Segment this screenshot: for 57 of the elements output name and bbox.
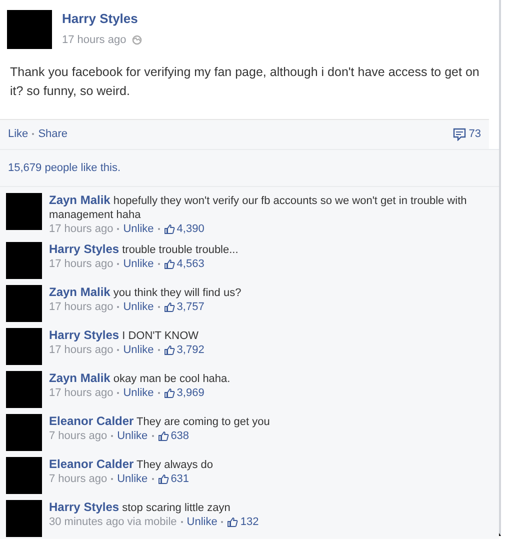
like-count[interactable]: 132 (240, 515, 259, 529)
thumbs-up-icon (164, 388, 175, 398)
commenter-name[interactable]: Harry Styles (49, 500, 120, 514)
avatar (6, 371, 42, 408)
avatar (7, 10, 52, 49)
like-count[interactable]: 3,792 (176, 343, 204, 357)
avatar (6, 242, 42, 279)
commenter-name[interactable]: Zayn Malik (49, 285, 110, 299)
comment-text: Harry Styles I DON'T KNOW (49, 328, 200, 343)
unlike-link[interactable]: Unlike (123, 343, 154, 357)
comment-text: Eleanor Calder They are coming to get you (49, 414, 270, 429)
thumbs-up-icon (227, 517, 238, 527)
commenter-name[interactable]: Harry Styles (49, 242, 120, 256)
action-link[interactable]: Share (38, 126, 68, 142)
unlike-link[interactable]: Unlike (117, 429, 148, 443)
commenter-name[interactable]: Zayn Malik (49, 371, 110, 385)
thumbs-up-icon (164, 302, 175, 312)
action-link[interactable]: Like (8, 126, 28, 142)
like-count[interactable]: 4,390 (176, 222, 204, 236)
commenter-name[interactable]: Eleanor Calder (49, 457, 134, 471)
comment-text: Eleanor Calder They always do (49, 457, 213, 472)
author-name[interactable]: Harry Styles (62, 9, 142, 28)
likes-summary[interactable]: 15,679 people like this. (8, 162, 121, 174)
avatar (6, 414, 42, 451)
like-count[interactable]: 631 (170, 472, 190, 486)
comment-text: Harry Styles trouble trouble trouble... (49, 242, 238, 257)
unlike-link[interactable]: Unlike (117, 472, 148, 486)
unlike-link[interactable]: Unlike (123, 222, 154, 236)
unlike-link[interactable]: Unlike (186, 515, 218, 529)
thumbs-up-icon (158, 431, 169, 441)
comment-text: Zayn Malik you think they will find us? (49, 285, 242, 300)
thumbs-up-icon (158, 474, 169, 484)
unlike-link[interactable]: Unlike (123, 300, 154, 314)
like-count[interactable]: 3,969 (176, 386, 204, 400)
comment-text: Harry Styles stop scaring little zayn (49, 500, 232, 515)
comment-text: Zayn Malik okay man be cool haha. (49, 371, 230, 386)
avatar (6, 193, 42, 230)
post-text: Thank you facebook for verifying my fan page, although i don't have access to get on it? so funny, so weird. (9, 64, 480, 100)
avatar (6, 285, 42, 322)
avatar (6, 500, 42, 537)
like-count[interactable]: 4,563 (176, 257, 204, 271)
like-count[interactable]: 638 (170, 429, 190, 443)
comment-icon (452, 128, 466, 141)
commenter-name[interactable]: Zayn Malik (49, 193, 110, 207)
comment-text: Zayn Malik hopefully they won't verify our fb accounts so we won't get in trouble with management haha (49, 193, 468, 222)
commenter-name[interactable]: Harry Styles (49, 328, 120, 342)
thumbs-up-icon (164, 224, 175, 234)
avatar (6, 457, 42, 494)
commenter-name[interactable]: Eleanor Calder (49, 414, 134, 428)
globe-icon (132, 34, 142, 45)
thumbs-up-icon (164, 259, 175, 269)
unlike-link[interactable]: Unlike (123, 386, 154, 400)
avatar (6, 328, 42, 365)
comment-count[interactable]: 73 (468, 126, 481, 142)
thumbs-up-icon (164, 345, 175, 355)
like-count[interactable]: 3,757 (176, 300, 204, 314)
unlike-link[interactable]: Unlike (123, 257, 154, 271)
